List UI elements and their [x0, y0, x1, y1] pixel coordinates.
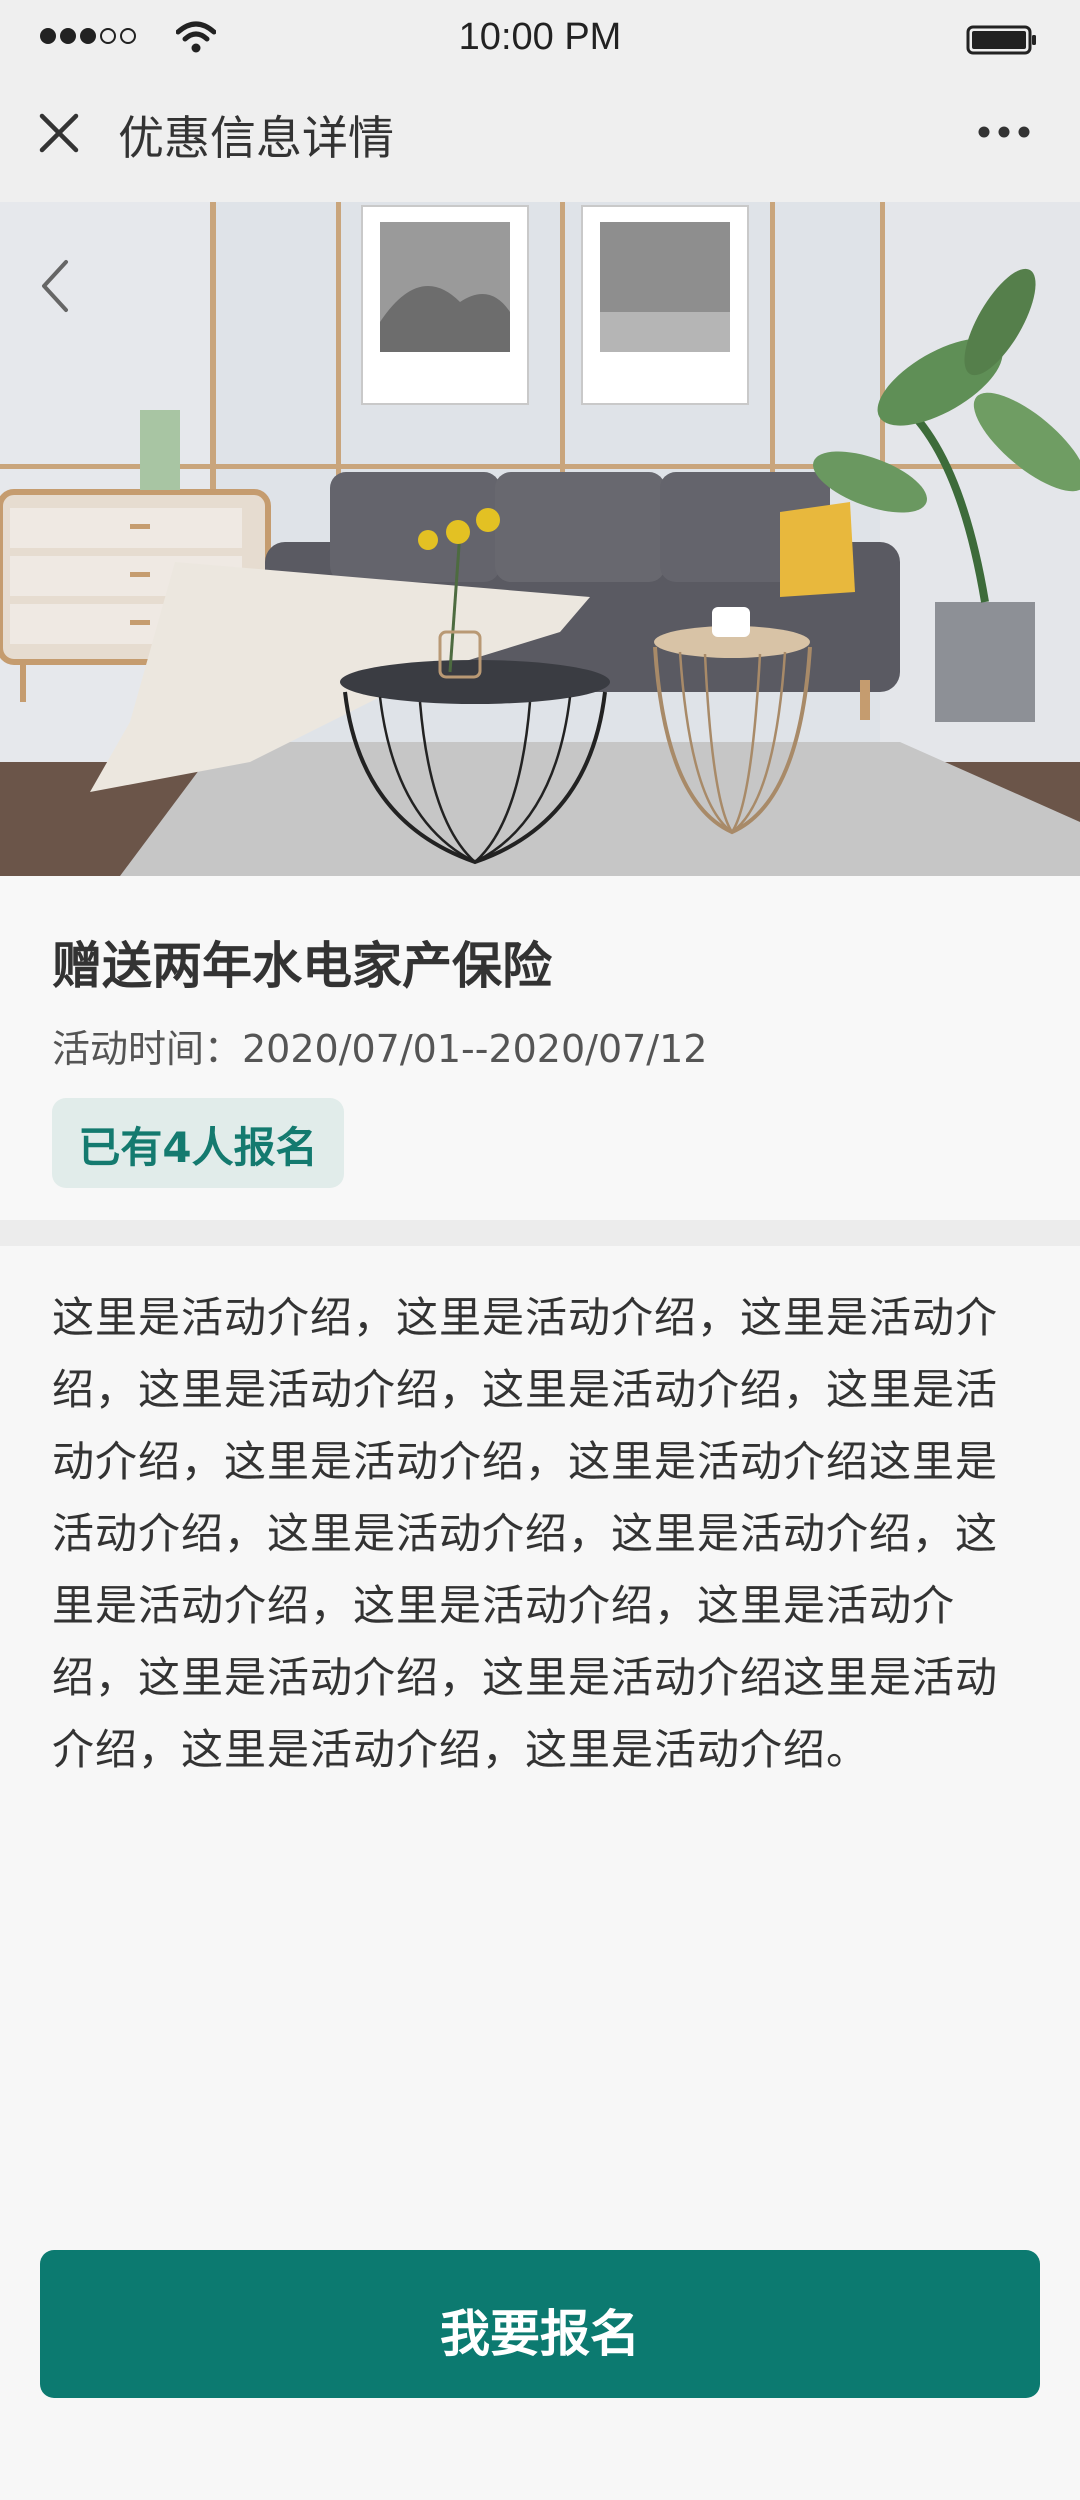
section-divider [0, 1220, 1080, 1246]
signup-button[interactable]: 我要报名 [40, 2250, 1040, 2398]
promo-title: 赠送两年水电家产保险 [52, 937, 552, 995]
activity-time: 活动时间：2020/07/01--2020/07/12 [52, 1027, 708, 1071]
promo-info: 赠送两年水电家产保险 活动时间：2020/07/01--2020/07/12 已… [0, 876, 1080, 1220]
living-room-photo [0, 202, 1080, 876]
close-icon[interactable] [36, 110, 82, 156]
status-bar: 10:00 PM [0, 0, 1080, 80]
signup-count-label: 已有4人报名 [78, 1123, 318, 1172]
activity-description: 这里是活动介绍，这里是活动介绍，这里是活动介绍，这里是活动介绍，这里是活动介绍，… [52, 1293, 999, 1774]
status-time: 10:00 PM [458, 16, 622, 58]
signup-count-badge: 已有4人报名 [52, 1098, 344, 1188]
hero-image [0, 202, 1080, 876]
signup-button-label: 我要报名 [440, 2306, 640, 2362]
screen: 10:00 PM 优惠信息详情 赠送两年水电家产保险 活动时间：2020/07/… [0, 0, 1080, 2500]
nav-bar: 优惠信息详情 [0, 80, 1080, 202]
page-title: 优惠信息详情 [118, 111, 394, 165]
more-icon[interactable] [976, 122, 1032, 142]
battery-icon [966, 25, 1036, 55]
chevron-left-icon[interactable] [36, 256, 72, 316]
